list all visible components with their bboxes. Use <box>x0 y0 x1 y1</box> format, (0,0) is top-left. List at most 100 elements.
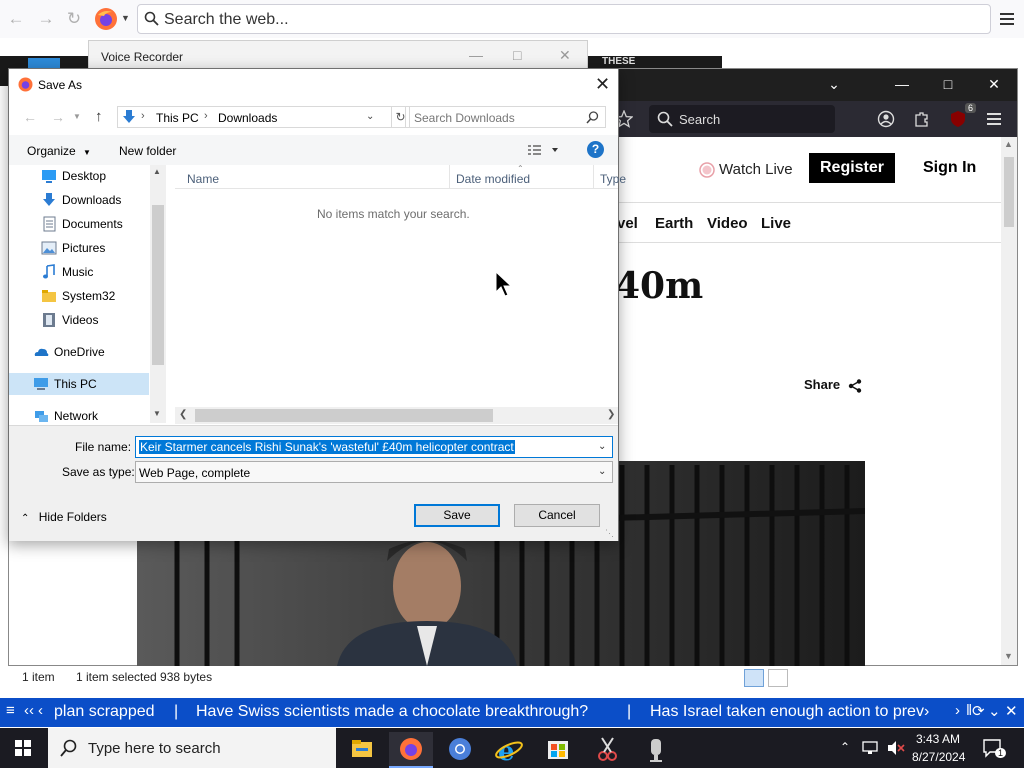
forward-icon[interactable]: → <box>36 9 56 29</box>
chevron-down-icon[interactable]: ▼ <box>121 13 130 23</box>
scroll-left-icon[interactable]: ❮ <box>179 409 187 420</box>
navigation-pane-scrollbar[interactable]: ▲ ▼ <box>150 165 166 423</box>
scrollbar-thumb[interactable] <box>1004 157 1014 227</box>
share-button[interactable]: Share <box>804 377 862 393</box>
back-icon[interactable]: ← <box>6 9 26 29</box>
nav-item-videos[interactable]: Videos <box>29 309 156 331</box>
new-folder-button[interactable]: New folder <box>119 144 176 158</box>
nav-item-music[interactable]: Music <box>29 261 156 283</box>
tray-chevron-icon[interactable]: ⌃ <box>840 740 850 754</box>
hamburger-menu-icon[interactable] <box>998 10 1016 28</box>
column-type[interactable]: Type <box>600 172 626 186</box>
firefox-taskbar-icon[interactable] <box>389 732 433 768</box>
forward-icon[interactable]: → <box>51 109 65 125</box>
recent-locations-icon[interactable]: ▼ <box>73 112 81 121</box>
network-tray-icon[interactable] <box>862 740 880 756</box>
breadcrumb-downloads[interactable]: Downloads <box>218 111 277 125</box>
chrome-icon[interactable] <box>438 732 482 768</box>
nav-item-live[interactable]: Live <box>761 215 791 232</box>
ticker-item[interactable]: Have Swiss scientists made a chocolate b… <box>196 703 588 721</box>
address-bar[interactable]: › This PC › Downloads ⌄ <box>117 106 392 128</box>
large-icons-view-icon[interactable] <box>768 669 788 687</box>
ticker-menu-icon[interactable]: ≡ <box>6 702 15 719</box>
chevron-down-icon[interactable]: ⌄ <box>598 441 606 452</box>
resize-grip-icon[interactable]: ⋱ <box>605 528 614 539</box>
nav-item-video[interactable]: Video <box>707 215 748 232</box>
close-icon[interactable]: ✕ <box>559 47 571 64</box>
column-divider[interactable] <box>593 165 594 189</box>
column-divider[interactable] <box>449 165 450 189</box>
column-name[interactable]: Name <box>187 172 219 186</box>
scroll-right-icon[interactable]: ❯ <box>607 409 615 420</box>
ticker-next-icon[interactable]: › <box>955 702 960 719</box>
nav-item-desktop[interactable]: Desktop 📌 <box>29 165 164 187</box>
search-downloads-input[interactable]: Search Downloads <box>405 106 606 128</box>
ublock-icon[interactable] <box>949 110 967 128</box>
back-icon[interactable]: ← <box>23 109 37 125</box>
help-icon[interactable]: ? <box>587 141 604 158</box>
store-icon[interactable] <box>536 732 580 768</box>
address-history-chevron-icon[interactable]: ⌄ <box>366 111 374 122</box>
snipping-tool-icon[interactable] <box>585 732 629 768</box>
close-icon[interactable]: ✕ <box>595 74 610 95</box>
scroll-up-icon[interactable]: ▲ <box>1004 139 1013 149</box>
outer-search-input[interactable]: Search the web... <box>137 4 991 34</box>
up-folder-icon[interactable]: ↑ <box>95 108 103 125</box>
hamburger-menu-icon[interactable] <box>985 110 1003 128</box>
nav-item-pictures[interactable]: Pictures 📌 <box>29 237 164 259</box>
start-button[interactable] <box>0 728 46 768</box>
file-list-horizontal-scrollbar[interactable]: ❮ ❯ <box>175 407 618 424</box>
internet-explorer-icon[interactable]: e <box>487 732 531 768</box>
voice-recorder-taskbar-icon[interactable] <box>634 732 678 768</box>
details-view-icon[interactable] <box>744 669 764 687</box>
breadcrumb-this-pc[interactable]: This PC <box>156 111 199 125</box>
sign-in-link[interactable]: Sign In <box>923 159 976 177</box>
clock-time[interactable]: 3:43 AM <box>916 732 960 746</box>
watch-live-link[interactable]: Watch Live <box>719 161 793 178</box>
ticker-refresh-icon[interactable]: ⟳ <box>972 702 985 720</box>
page-scrollbar[interactable]: ▲ ▼ <box>1001 137 1017 665</box>
ticker-close-icon[interactable]: ✕ <box>1005 702 1018 720</box>
nav-item-earth[interactable]: Earth <box>655 215 693 232</box>
cancel-button[interactable]: Cancel <box>514 504 600 527</box>
nav-item-this-pc[interactable]: This PC <box>9 373 149 395</box>
minimize-icon[interactable]: — <box>469 47 483 63</box>
maximize-icon[interactable]: □ <box>938 76 958 92</box>
ticker-dropdown-icon[interactable]: ⌄ <box>988 702 1001 720</box>
nav-item-onedrive[interactable]: OneDrive <box>21 341 148 363</box>
nav-item-network[interactable]: Network <box>21 405 148 427</box>
register-button[interactable]: Register <box>809 153 895 183</box>
view-options-icon[interactable] <box>527 142 561 158</box>
ticker-item[interactable]: plan scrapped <box>54 703 155 721</box>
nav-item-downloads[interactable]: Downloads 📌 <box>29 189 164 211</box>
minimize-icon[interactable]: — <box>892 76 912 92</box>
tab-list-chevron-icon[interactable]: ⌄ <box>824 76 844 93</box>
account-icon[interactable] <box>877 110 895 128</box>
taskbar-search-input[interactable]: Type here to search <box>48 728 336 768</box>
firefox-icon[interactable] <box>94 7 118 31</box>
column-date-modified[interactable]: Date modified <box>456 172 530 186</box>
inner-search-input[interactable]: Search <box>649 105 835 133</box>
ticker-first-icon[interactable]: ‹‹ <box>24 702 34 719</box>
extensions-icon[interactable] <box>913 110 931 128</box>
scroll-down-icon[interactable]: ▼ <box>1004 651 1013 661</box>
nav-item-system32[interactable]: System32 <box>29 285 156 307</box>
scrollbar-thumb[interactable] <box>195 409 493 422</box>
hide-folders-button[interactable]: ⌃ Hide Folders <box>21 510 107 524</box>
save-button[interactable]: Save <box>414 504 500 527</box>
maximize-icon[interactable]: □ <box>513 47 521 63</box>
nav-item-travel[interactable]: vel <box>617 215 638 232</box>
reload-icon[interactable]: ↻ <box>64 9 84 29</box>
file-explorer-icon[interactable] <box>340 732 384 768</box>
scroll-up-icon[interactable]: ▲ <box>153 167 161 176</box>
ticker-item[interactable]: Has Israel taken enough action to prev› <box>650 703 929 721</box>
scrollbar-thumb[interactable] <box>152 205 164 365</box>
close-icon[interactable]: ✕ <box>984 76 1004 93</box>
volume-muted-icon[interactable] <box>886 740 906 756</box>
save-as-type-select[interactable]: Web Page, complete ⌄ <box>135 461 613 483</box>
scroll-down-icon[interactable]: ▼ <box>153 409 161 418</box>
file-name-input[interactable]: Keir Starmer cancels Rishi Sunak's 'wast… <box>135 436 613 458</box>
ticker-prev-icon[interactable]: ‹ <box>38 702 43 719</box>
organize-button[interactable]: Organize ▼ <box>27 144 91 158</box>
voice-recorder-window[interactable]: Voice Recorder — □ ✕ <box>88 40 588 70</box>
